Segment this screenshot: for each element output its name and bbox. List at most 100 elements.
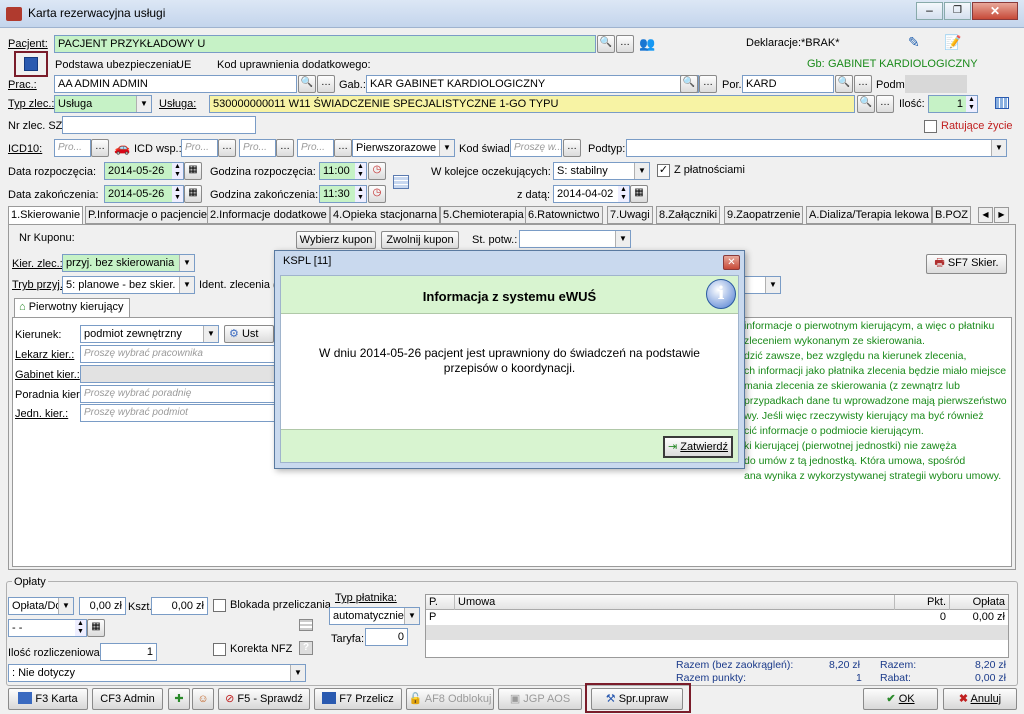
por-search-icon[interactable]: 🔍 [835, 75, 853, 93]
from-date-calendar-icon[interactable]: ▦ [630, 185, 648, 203]
icd-wsp-field-3[interactable]: Pro... [297, 139, 334, 157]
prac-field[interactable]: AA ADMIN ADMIN [54, 75, 297, 93]
dialog-close-button[interactable]: ✕ [723, 255, 740, 270]
from-date-spinner[interactable]: ▲ ▼ [618, 186, 629, 202]
order-type-select[interactable]: Usługa ▼ [54, 95, 152, 113]
queue-select[interactable]: S: stabilny ▼ [553, 162, 650, 180]
prac-search-icon[interactable]: 🔍 [298, 75, 316, 93]
jgp-aos-button[interactable]: ▣ JGP AOS [498, 688, 582, 710]
start-time-clock-icon[interactable]: ◷ [368, 162, 386, 180]
paid-checkbox[interactable]: ✓ [657, 164, 670, 177]
patient-field[interactable]: PACJENT PRZYKŁADOWY U [54, 35, 596, 53]
tab-informacje-pacjent[interactable]: P.Informacje o pacjencie [85, 206, 211, 224]
end-date-field[interactable]: 2014-05-26 ▲ ▼ [104, 185, 184, 203]
tab-informacje-dodatkowe[interactable]: 2.Informacje dodatkowe [207, 206, 330, 224]
korekta-checkbox[interactable] [213, 643, 226, 656]
amount1-field[interactable]: 0,00 zł [79, 597, 126, 615]
minimize-button[interactable]: – [916, 2, 943, 20]
opl-date-spinner[interactable]: ▲ ▼ [75, 620, 86, 636]
end-time-field[interactable]: 11:30 ▲ ▼ [319, 185, 367, 203]
por-field[interactable]: KARD [742, 75, 834, 93]
service-field[interactable]: 530000000011 W11 ŚWIADCZENIE SPECJALISTY… [209, 95, 855, 113]
patient-more-button[interactable]: … [616, 35, 634, 53]
icd-car-icon[interactable]: 🚗 [114, 140, 130, 156]
payments-grid-icon[interactable] [299, 619, 313, 631]
prac-more-button[interactable]: … [317, 75, 335, 93]
rescue-checkbox[interactable] [924, 120, 937, 133]
from-date-field[interactable]: 2014-04-02 ▲ ▼ [553, 185, 630, 203]
end-date-calendar-icon[interactable]: ▦ [184, 185, 202, 203]
release-coupon-button[interactable]: Zwolnij kupon [381, 231, 459, 249]
ust-button[interactable]: ⚙ Ust [224, 325, 274, 343]
icd10-more-button[interactable]: … [91, 139, 109, 157]
f3-karta-button[interactable]: F3 Karta [8, 688, 88, 710]
icd-wsp-field-1[interactable]: Pro... [181, 139, 218, 157]
typ-platnika-select[interactable]: automatycznie ▼ [329, 607, 420, 625]
qty-field[interactable]: 1 ▲ ▼ [928, 95, 978, 113]
add-user-button[interactable]: ✚ [168, 688, 190, 710]
help-icon[interactable]: ? [299, 641, 313, 655]
podm-field[interactable] [905, 75, 967, 93]
kierunek-select[interactable]: podmiot zewnętrzny ▼ [80, 325, 219, 343]
icd-order-select[interactable]: Pierwszorazowe ▼ [352, 139, 455, 157]
gab-search-icon[interactable]: 🔍 [680, 75, 698, 93]
start-date-spinner[interactable]: ▲ ▼ [172, 163, 183, 179]
opl-select[interactable]: Opłata/Do ▼ [8, 597, 74, 615]
opl-date-field[interactable]: - - ▲ ▼ [8, 619, 87, 637]
poradnia-field[interactable]: Proszę wybrać poradnię [80, 385, 276, 403]
tab-scroll-left[interactable]: ◀ [978, 207, 993, 223]
grid-icon[interactable] [995, 97, 1009, 109]
amount2-field[interactable]: 0,00 zł [151, 597, 208, 615]
f7-przelicz-button[interactable]: F7 Przelicz [314, 688, 402, 710]
f5-sprawdz-button[interactable]: ⊘ F5 - Sprawdź [218, 688, 310, 710]
time-grid-icon[interactable] [393, 175, 409, 189]
note-edit-icon[interactable]: 📝 [944, 34, 961, 51]
sf7-referral-button[interactable]: 🖶 SF7 Skier. [926, 254, 1007, 274]
end-date-spinner[interactable]: ▲ ▼ [172, 186, 183, 202]
subtab-primary-referrer[interactable]: ⌂ Pierwotny kierujący [14, 298, 130, 317]
nr-zlec-field[interactable] [62, 116, 256, 134]
af8-odblokuj-button[interactable]: 🔓 AF8 Odblokuj [406, 688, 494, 710]
icd-wsp-more-2[interactable]: … [276, 139, 294, 157]
opl-date-calendar-icon[interactable]: ▦ [87, 619, 105, 637]
service-search-icon[interactable]: 🔍 [857, 95, 875, 113]
tab-skierowanie[interactable]: 1.Skierowanie [8, 206, 84, 225]
tab-scroll-right[interactable]: ▶ [994, 207, 1009, 223]
table-row[interactable]: P 0 0,00 zł [426, 610, 1008, 625]
start-date-calendar-icon[interactable]: ▦ [184, 162, 202, 180]
ilosc-field[interactable]: 1 [100, 643, 157, 661]
tab-chemioterapia[interactable]: 5.Chemioterapia [440, 206, 527, 224]
end-time-spinner[interactable]: ▲ ▼ [355, 186, 366, 202]
tryb-select[interactable]: 5: planowe - bez skier. ▼ [62, 276, 195, 294]
ok-button[interactable]: ✔ OK [863, 688, 938, 710]
close-button[interactable]: ✕ [972, 2, 1018, 20]
podtyp-select[interactable]: ▼ [626, 139, 1007, 157]
kod-more-button[interactable]: … [563, 139, 581, 157]
start-date-field[interactable]: 2014-05-26 ▲ ▼ [104, 162, 184, 180]
service-more-button[interactable]: … [876, 95, 894, 113]
por-more-button[interactable]: … [854, 75, 872, 93]
book-icon-highlight[interactable] [14, 51, 48, 77]
tab-poz[interactable]: B.POZ [932, 206, 972, 224]
confirm-button[interactable]: ⇥ Zatwierdź [663, 436, 733, 458]
tab-zaopatrzenie[interactable]: 9.Zaopatrzenie [724, 206, 804, 224]
people-icon[interactable]: 👥 [639, 36, 655, 52]
taryfa-field[interactable]: 0 [365, 628, 408, 646]
spr-upraw-button[interactable]: ⚒ Spr.upraw [591, 688, 683, 710]
kier-zlec-select[interactable]: przyj. bez skierowania ▼ [62, 254, 195, 272]
gabinet-field[interactable] [80, 365, 276, 383]
jedn-field[interactable]: Proszę wybrać podmiot [80, 404, 276, 422]
nie-dotyczy-select[interactable]: : Nie dotyczy ▼ [8, 664, 306, 682]
cf3-admin-button[interactable]: CF3 Admin [92, 688, 163, 710]
start-time-field[interactable]: 11:00 ▲ ▼ [319, 162, 367, 180]
choose-coupon-button[interactable]: Wybierz kupon [296, 231, 376, 249]
cancel-button[interactable]: ✖ Anuluj [943, 688, 1017, 710]
icd-wsp-more-3[interactable]: … [334, 139, 352, 157]
gab-field[interactable]: KAR GABINET KARDIOLOGICZNY [366, 75, 699, 93]
start-time-spinner[interactable]: ▲ ▼ [355, 163, 366, 179]
gab-more-button[interactable]: … [699, 75, 717, 93]
qty-spinner[interactable]: ▲ ▼ [966, 96, 977, 112]
user-edit-icon[interactable]: ✎ [908, 34, 920, 51]
kod-field[interactable]: Proszę w... [510, 139, 562, 157]
lekarz-field[interactable]: Proszę wybrać pracownika [80, 345, 276, 363]
